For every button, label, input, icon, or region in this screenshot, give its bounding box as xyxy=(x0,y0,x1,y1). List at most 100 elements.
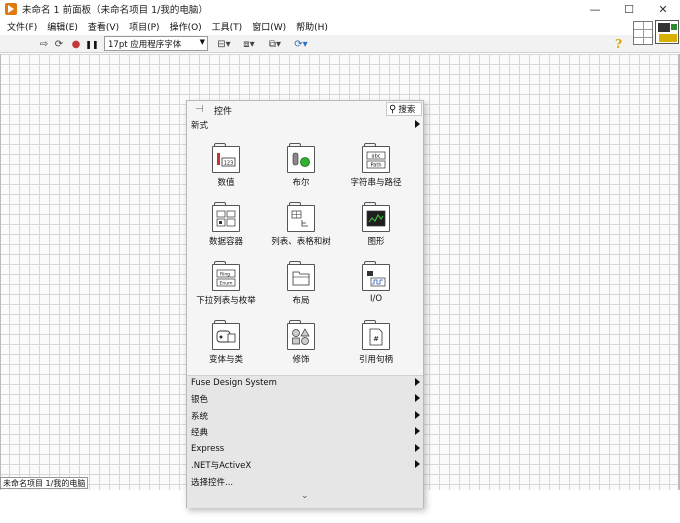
subpalette-system[interactable]: 系统 xyxy=(187,408,423,424)
palette-item-label: 引用句柄 xyxy=(358,355,393,365)
subpalette-classic[interactable]: 经典 xyxy=(187,424,423,440)
menu-tools[interactable]: 工具(T) xyxy=(207,20,248,33)
palette-item-list-table-tree[interactable]: 列表、表格和树 xyxy=(263,202,339,258)
palette-item-label: 布尔 xyxy=(292,178,310,188)
reorder-icon[interactable]: ⟳▾ xyxy=(290,37,312,51)
controls-palette: ⊣ 控件 ⚲ 搜索 新式 123 数值 布尔 abc Path 字符串与路径 数… xyxy=(186,100,424,508)
palette-item-label: 数值 xyxy=(217,178,235,188)
palette-item-ring-enum[interactable]: Ring Enum 下拉列表与枚举 xyxy=(188,261,264,317)
distribute-objects-icon[interactable]: ⧈▾ xyxy=(238,37,260,51)
subpalette-silver[interactable]: 银色 xyxy=(187,391,423,407)
expand-arrow-icon xyxy=(415,444,420,452)
font-select-value: 17pt 应用程序字体 xyxy=(108,39,182,50)
boolean-icon xyxy=(287,143,315,173)
palette-item-label: 列表、表格和树 xyxy=(271,237,331,247)
resize-objects-icon[interactable]: ⧉▾ xyxy=(264,37,286,51)
subpalette-modern[interactable]: 新式 xyxy=(187,117,423,133)
run-continuously-icon[interactable]: ⟳ xyxy=(53,37,65,51)
data-container-icon xyxy=(212,202,240,232)
list-table-tree-icon xyxy=(287,202,315,232)
palette-item-numeric[interactable]: 123 数值 xyxy=(188,143,264,199)
more-chevron-icon[interactable]: ⌄ xyxy=(301,491,309,501)
ring-enum-icon: Ring Enum xyxy=(212,261,240,291)
run-arrow-icon[interactable]: ⇨ xyxy=(38,37,50,51)
menu-file[interactable]: 文件(F) xyxy=(2,20,42,33)
graph-icon xyxy=(362,202,390,232)
string-path-icon: abc Path xyxy=(362,143,390,173)
abort-icon[interactable]: ● xyxy=(70,37,82,51)
pause-icon[interactable]: ❚❚ xyxy=(85,37,98,51)
select-control-item[interactable]: 选择控件... xyxy=(187,474,423,490)
expand-arrow-icon xyxy=(415,120,420,128)
subpalette-label: Express xyxy=(191,444,225,454)
palette-item-string-path[interactable]: abc Path 字符串与路径 xyxy=(338,143,414,199)
search-button[interactable]: ⚲ 搜索 xyxy=(386,102,422,116)
decorations-icon xyxy=(287,320,315,350)
labview-app-icon xyxy=(5,3,17,15)
palette-item-variant-class[interactable]: 变体与类 xyxy=(188,320,264,376)
align-objects-icon[interactable]: ⊟▾ xyxy=(213,37,235,51)
chevron-down-icon: ▼ xyxy=(199,38,205,46)
maximize-button[interactable]: ☐ xyxy=(612,0,646,18)
subpalette-dotnet-activex[interactable]: .NET与ActiveX xyxy=(187,457,423,473)
numeric-icon: 123 xyxy=(212,143,240,173)
menu-operate[interactable]: 操作(O) xyxy=(165,20,207,33)
menu-window[interactable]: 窗口(W) xyxy=(247,20,291,33)
palette-item-refnum[interactable]: # 引用句柄 xyxy=(338,320,414,376)
enum-glyph-text: Enum xyxy=(220,281,233,287)
subpalette-label: 经典 xyxy=(191,428,209,438)
palette-item-label: 下拉列表与枚举 xyxy=(196,296,256,306)
search-label: 搜索 xyxy=(398,105,416,115)
palette-header: ⊣ 控件 ⚲ 搜索 xyxy=(187,101,423,118)
palette-item-layout[interactable]: 布局 xyxy=(263,261,339,317)
palette-item-decorations[interactable]: 修饰 xyxy=(263,320,339,376)
window-title: 未命名 1 前面板（未命名项目 1/我的电脑） xyxy=(22,5,208,16)
palette-item-label: 布局 xyxy=(292,296,310,306)
refnum-icon: # xyxy=(362,320,390,350)
expand-arrow-icon xyxy=(415,411,420,419)
refnum-glyph-text: # xyxy=(373,335,379,343)
subpalette-label: 新式 xyxy=(191,121,209,131)
expand-arrow-icon xyxy=(415,427,420,435)
title-bar: 未命名 1 前面板（未命名项目 1/我的电脑） — ☐ ✕ xyxy=(0,0,680,18)
vi-icon[interactable] xyxy=(655,20,679,44)
palette-item-graph[interactable]: 图形 xyxy=(338,202,414,258)
search-icon: ⚲ xyxy=(389,103,397,115)
pin-icon[interactable]: ⊣ xyxy=(195,104,207,115)
menu-project[interactable]: 项目(P) xyxy=(124,20,164,33)
menu-help[interactable]: 帮助(H) xyxy=(291,20,333,33)
menu-view[interactable]: 查看(V) xyxy=(83,20,124,33)
minimize-button[interactable]: — xyxy=(578,0,612,18)
expand-arrow-icon xyxy=(415,460,420,468)
menu-edit[interactable]: 编辑(E) xyxy=(42,20,83,33)
connector-pane-icon[interactable] xyxy=(633,21,653,45)
path-glyph-text: Path xyxy=(371,163,382,169)
subpalette-label: .NET与ActiveX xyxy=(191,461,252,471)
numeric-glyph-text: 123 xyxy=(224,161,234,167)
palette-title: 控件 xyxy=(214,107,233,117)
variant-class-icon xyxy=(212,320,240,350)
palette-item-label: 变体与类 xyxy=(208,355,243,365)
close-button[interactable]: ✕ xyxy=(646,0,680,18)
subpalette-label: 系统 xyxy=(191,412,209,422)
subpalette-label: Fuse Design System xyxy=(191,378,277,388)
expand-arrow-icon xyxy=(415,394,420,402)
palette-item-data-container[interactable]: 数据容器 xyxy=(188,202,264,258)
palette-item-label: 字符串与路径 xyxy=(350,178,402,188)
ring-glyph-text: Ring xyxy=(220,272,230,278)
context-help-icon[interactable]: ? xyxy=(615,37,627,51)
menu-bar: 文件(F) 编辑(E) 查看(V) 项目(P) 操作(O) 工具(T) 窗口(W… xyxy=(0,18,680,35)
layout-icon xyxy=(287,261,315,291)
io-icon xyxy=(362,261,390,291)
font-select[interactable]: 17pt 应用程序字体 ▼ xyxy=(104,36,208,51)
subpalette-fuse-design-system[interactable]: Fuse Design System xyxy=(187,375,423,391)
palette-item-label: 图形 xyxy=(367,237,385,247)
project-context-tag[interactable]: 未命名项目 1/我的电脑 xyxy=(0,477,89,489)
canvas-border xyxy=(0,54,1,490)
palette-item-boolean[interactable]: 布尔 xyxy=(263,143,339,199)
string-glyph-text: abc xyxy=(372,154,381,160)
subpalette-express[interactable]: Express xyxy=(187,441,423,457)
palette-item-io[interactable]: I/O xyxy=(338,261,414,317)
palette-item-label: 数据容器 xyxy=(208,237,243,247)
expand-arrow-icon xyxy=(415,378,420,386)
